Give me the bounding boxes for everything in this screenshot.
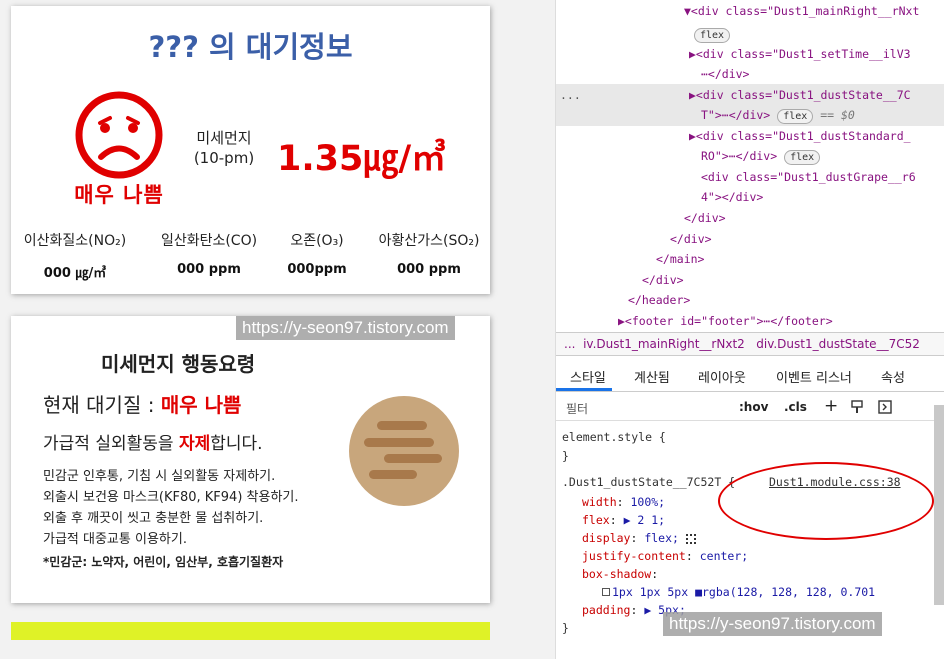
action-title: 미세먼지 행동요령 xyxy=(101,352,256,376)
active-tab-indicator xyxy=(556,388,612,391)
air-state: 매우 나쁨 xyxy=(74,183,164,207)
dom-line[interactable]: ▶<div class="Dust1_dustStandard_ xyxy=(689,129,911,143)
element-style-rule[interactable]: element.style { xyxy=(562,430,666,444)
pm-label: 미세먼지 (10-pm) xyxy=(193,129,255,167)
watermark: https://y-seon97.tistory.com xyxy=(663,612,882,636)
dom-line[interactable]: ⋯</div> xyxy=(701,67,749,81)
air-quality-card: ??? 의 대기정보 매우 나쁨 미세먼지 (10-pm) 1.35㎍/㎥ 이산… xyxy=(11,6,490,294)
dom-line[interactable]: </header> xyxy=(628,293,690,307)
css-prop[interactable]: flex: ▶ 2 1; xyxy=(582,513,665,527)
breadcrumb: ... iv.Dust1_mainRight__rNxt2 div.Dust1_… xyxy=(556,332,944,356)
list-item: 민감군 인후통, 기침 시 실외활동 자제하기. xyxy=(43,469,276,484)
dom-line[interactable]: ▼<div class="Dust1_mainRight__rNxt xyxy=(684,4,919,18)
dom-line[interactable]: <div class="Dust1_dustGrape__r6 xyxy=(701,170,916,184)
css-prop-value[interactable]: 1px 1px 5px ■rgba(128, 128, 128, 0.701 xyxy=(602,585,875,599)
list-item: 외출시 보건용 마스크(KF80, KF94) 착용하기. xyxy=(43,490,299,505)
tab-styles[interactable]: 스타일 xyxy=(570,367,606,386)
styles-scrollbar[interactable] xyxy=(934,405,944,605)
tab-layout[interactable]: 레이아웃 xyxy=(698,367,746,386)
sad-face-icon xyxy=(75,91,163,179)
dom-line[interactable]: 4"></div> xyxy=(701,190,763,204)
hov-button[interactable]: :hov xyxy=(739,400,768,414)
filter-input[interactable]: 필터 xyxy=(566,400,588,417)
tab-event-listeners[interactable]: 이벤트 리스너 xyxy=(776,367,852,386)
flex-badge[interactable]: flex xyxy=(784,150,821,165)
dom-line[interactable]: </div> xyxy=(670,232,712,246)
action-guide-card: https://y-seon97.tistory.com 미세먼지 행동요령 현… xyxy=(11,316,490,603)
row-dots: ... xyxy=(560,88,581,102)
add-rule-button[interactable]: + xyxy=(824,396,838,416)
sensitive-group-note: *민감군: 노약자, 어린이, 임산부, 호흡기질환자 xyxy=(43,555,284,569)
dom-line[interactable]: ▶<footer id="footer">⋯</footer> xyxy=(618,314,833,328)
css-prop[interactable]: display: flex; xyxy=(582,531,696,545)
paint-icon[interactable] xyxy=(850,400,864,414)
styles-tabs: 스타일 계산됨 레이아웃 이벤트 리스너 속성 xyxy=(556,358,944,392)
yellow-status-bar xyxy=(11,622,490,640)
flex-editor-icon[interactable] xyxy=(685,533,696,544)
list-item: 가급적 대중교통 이용하기. xyxy=(43,532,187,547)
current-air-quality: 현재 대기질 : 매우 나쁨 xyxy=(43,393,242,417)
annotation-circle xyxy=(718,462,934,540)
gas-o3: 오존(O₃) 000ppm xyxy=(287,233,347,277)
dom-line[interactable]: T">⋯</div> xyxy=(701,108,770,122)
css-prop[interactable]: box-shadow: xyxy=(582,567,658,581)
pm-value: 1.35㎍/㎥ xyxy=(277,139,447,179)
shadow-editor-icon[interactable] xyxy=(602,588,610,596)
dom-line[interactable]: </main> xyxy=(656,252,704,266)
sidebar-toggle-icon[interactable] xyxy=(878,400,892,414)
gas-so2: 아황산가스(SO₂) 000 ppm xyxy=(378,233,480,277)
flex-badge[interactable]: flex xyxy=(694,28,731,43)
breadcrumb-item[interactable]: div.Dust1_dustState__7C52 xyxy=(756,337,920,351)
gas-co: 일산화탄소(CO) 000 ppm xyxy=(160,233,258,277)
filter-bar: 필터 :hov .cls + xyxy=(556,393,944,421)
guide-list: 민감군 인후통, 기침 시 실외활동 자제하기. 외출시 보건용 마스크(KF8… xyxy=(43,466,299,550)
css-prop[interactable]: width: 100%; xyxy=(582,495,665,509)
dollar-zero: == $0 xyxy=(820,108,855,122)
devtools-panel: ▼<div class="Dust1_mainRight__rNxt flex … xyxy=(555,0,944,659)
avoid-outdoor-text: 가급적 실외활동을 자제합니다. xyxy=(43,434,263,454)
dom-line[interactable]: ▶<div class="Dust1_setTime__ilV3 xyxy=(689,47,911,61)
dom-line-selected[interactable]: ▶<div class="Dust1_dustState__7C xyxy=(689,88,911,102)
css-prop[interactable]: justify-content: center; xyxy=(582,549,748,563)
dust-planet-icon xyxy=(349,396,459,506)
list-item: 외출 후 깨끗이 씻고 충분한 물 섭취하기. xyxy=(43,511,264,526)
css-selector[interactable]: .Dust1_dustState__7C52T { xyxy=(562,475,735,489)
gas-no2: 이산화질소(NO₂) 000 ㎍/㎥ xyxy=(23,233,127,281)
air-title: ??? 의 대기정보 xyxy=(148,30,353,64)
tab-computed[interactable]: 계산됨 xyxy=(634,367,670,386)
dom-line[interactable]: RO">⋯</div> xyxy=(701,149,777,163)
dom-line[interactable]: </div> xyxy=(684,211,726,225)
tab-properties[interactable]: 속성 xyxy=(881,367,905,386)
breadcrumb-item[interactable]: iv.Dust1_mainRight__rNxt2 xyxy=(583,337,745,351)
flex-badge[interactable]: flex xyxy=(777,109,814,124)
cls-button[interactable]: .cls xyxy=(784,400,807,414)
watermark: https://y-seon97.tistory.com xyxy=(236,316,455,340)
dom-line[interactable]: </div> xyxy=(642,273,684,287)
